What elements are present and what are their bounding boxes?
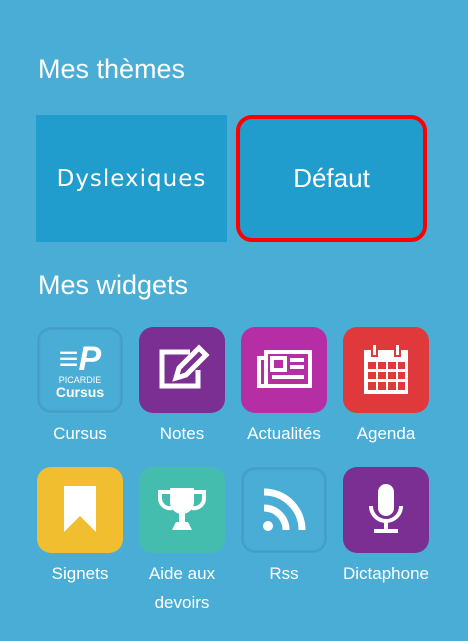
rss-icon xyxy=(241,467,327,553)
widget-label: Actualités xyxy=(247,424,321,443)
widget-dictaphone[interactable]: Dictaphone xyxy=(336,467,436,588)
pencil-edit-icon xyxy=(139,327,225,413)
newspaper-icon xyxy=(241,327,327,413)
theme-label: Dyslexiques xyxy=(56,165,207,192)
widget-agenda[interactable]: Agenda xyxy=(336,327,436,448)
widget-notes[interactable]: Notes xyxy=(132,327,232,448)
widget-label: Aide aux devoirs xyxy=(148,564,216,612)
widget-actualites[interactable]: Actualités xyxy=(234,327,334,448)
widget-signets[interactable]: Signets xyxy=(30,467,130,588)
bookmark-icon xyxy=(37,467,123,553)
theme-label: Défaut xyxy=(293,163,370,193)
widget-label: Signets xyxy=(51,564,109,583)
widget-label: Cursus xyxy=(53,424,107,443)
widget-label: Rss xyxy=(269,564,299,583)
theme-dyslexiques[interactable]: Dyslexiques xyxy=(36,115,227,242)
theme-defaut[interactable]: Défaut xyxy=(236,115,427,242)
picardie-cursus-logo: ≡P PICARDIE Cursus xyxy=(37,327,123,413)
microphone-icon xyxy=(343,467,429,553)
widget-label: Agenda xyxy=(356,424,416,443)
themes-heading: Mes thèmes xyxy=(38,54,186,84)
widget-label: Notes xyxy=(159,424,205,443)
widget-aide-aux-devoirs[interactable]: Aide aux devoirs xyxy=(132,467,232,617)
trophy-icon xyxy=(139,467,225,553)
widget-cursus[interactable]: ≡P PICARDIE Cursus Cursus xyxy=(30,327,130,448)
calendar-icon xyxy=(343,327,429,413)
widget-label: Dictaphone xyxy=(342,564,429,583)
widget-rss[interactable]: Rss xyxy=(234,467,334,588)
widgets-heading: Mes widgets xyxy=(38,270,189,300)
